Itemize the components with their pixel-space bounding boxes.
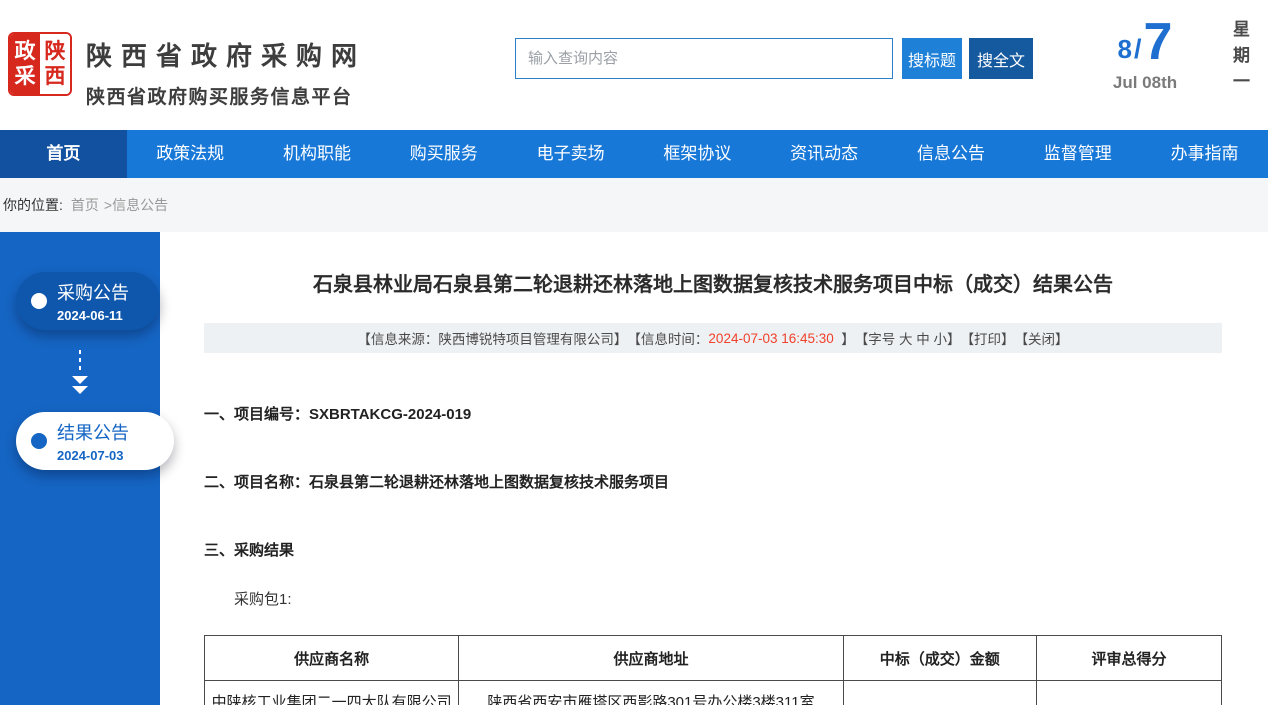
bullet-dot-icon <box>31 293 47 309</box>
cell-supplier-name: 中陕核工业集团二一四大队有限公司 <box>205 681 459 705</box>
meta-time-value: 2024-07-03 16:45:30 <box>708 331 833 346</box>
article-meta-bar: 【信息来源：陕西博锐特项目管理有限公司】 【信息时间： 2024-07-03 1… <box>204 323 1222 353</box>
meta-source: 【信息来源：陕西博锐特项目管理有限公司】 <box>357 328 627 348</box>
site-title: 陕西省政府采购网 <box>86 36 366 73</box>
main-nav: 首页 政策法规 机构职能 购买服务 电子卖场 框架协议 资讯动态 信息公告 监督… <box>0 130 1268 178</box>
sidebar-item-text: 采购公告 2024-06-11 <box>57 279 129 323</box>
site-header: 政 采 陕 西 陕西省政府采购网 陕西省政府购买服务信息平台 搜标题 搜全文 8… <box>0 0 1268 130</box>
cell-award-amount <box>843 681 1036 705</box>
breadcrumb-current-link[interactable]: 信息公告 <box>112 195 168 215</box>
nav-item-framework-agreements[interactable]: 框架协议 <box>634 130 761 178</box>
sidebar-item-title: 结果公告 <box>57 419 129 445</box>
date-english: Jul 08th <box>1090 73 1200 93</box>
table-row: 中陕核工业集团二一四大队有限公司 陕西省西安市雁塔区西影路301号办公楼3楼31… <box>205 681 1222 705</box>
content-area: 采购公告 2024-06-11 结果公告 2024-07-03 石泉县林业局石泉… <box>0 232 1268 705</box>
date-day: 7 <box>1144 18 1173 67</box>
result-table: 供应商名称 供应商地址 中标（成交）金额 评审总得分 中陕核工业集团二一四大队有… <box>204 635 1222 705</box>
article-title: 石泉县林业局石泉县第二轮退耕还林落地上图数据复核技术服务项目中标（成交）结果公告 <box>204 268 1222 297</box>
date-block: 8 / 7 Jul 08th <box>1090 18 1200 93</box>
breadcrumb-separator: > <box>104 197 112 213</box>
sidebar-item-procurement-announcement[interactable]: 采购公告 2024-06-11 <box>16 272 160 330</box>
search-title-button[interactable]: 搜标题 <box>902 38 962 79</box>
weekday-label: 星期一 <box>1227 20 1252 98</box>
date-slash: / <box>1134 32 1142 67</box>
table-header-review-score: 评审总得分 <box>1036 636 1221 681</box>
nav-item-service-guide[interactable]: 办事指南 <box>1141 130 1268 178</box>
breadcrumb-label: 你的位置: <box>3 195 63 215</box>
close-button[interactable]: 【关闭】 <box>1015 328 1069 348</box>
nav-item-functions[interactable]: 机构职能 <box>254 130 381 178</box>
logo-right-seal: 陕 西 <box>40 34 70 94</box>
table-header-award-amount: 中标（成交）金额 <box>843 636 1036 681</box>
site-subtitle: 陕西省政府购买服务信息平台 <box>86 82 366 109</box>
timeline-sidebar: 采购公告 2024-06-11 结果公告 2024-07-03 <box>0 232 160 705</box>
sidebar-item-result-announcement[interactable]: 结果公告 2024-07-03 <box>16 412 174 470</box>
nav-item-news[interactable]: 资讯动态 <box>761 130 888 178</box>
search-input[interactable] <box>515 38 893 79</box>
site-titles: 陕西省政府采购网 陕西省政府购买服务信息平台 <box>86 36 366 109</box>
logo-char: 西 <box>45 64 66 89</box>
table-header-supplier-address: 供应商地址 <box>459 636 843 681</box>
table-header-supplier-name: 供应商名称 <box>205 636 459 681</box>
nav-item-announcements[interactable]: 信息公告 <box>888 130 1015 178</box>
sidebar-item-date: 2024-06-11 <box>57 308 129 323</box>
nav-item-supervision[interactable]: 监督管理 <box>1014 130 1141 178</box>
nav-item-home[interactable]: 首页 <box>0 130 127 178</box>
nav-item-purchase-services[interactable]: 购买服务 <box>380 130 507 178</box>
date-numbers: 8 / 7 <box>1090 18 1200 67</box>
search-group: 搜标题 搜全文 <box>515 38 1033 79</box>
logo-char: 政 <box>15 39 36 64</box>
sidebar-item-title: 采购公告 <box>57 279 129 305</box>
meta-time-suffix: 】 <box>834 328 855 348</box>
article-main: 石泉县林业局石泉县第二轮退耕还林落地上图数据复核技术服务项目中标（成交）结果公告… <box>160 232 1268 705</box>
font-size-controls[interactable]: 【字号 大 中 小】 <box>855 328 961 348</box>
sidebar-item-date: 2024-07-03 <box>57 448 129 463</box>
section-procurement-result: 三、采购结果 <box>204 539 1222 560</box>
breadcrumb-home-link[interactable]: 首页 <box>71 195 99 215</box>
section-project-name: 二、项目名称：石泉县第二轮退耕还林落地上图数据复核技术服务项目 <box>204 471 1222 492</box>
meta-time-label: 【信息时间： <box>627 328 708 348</box>
breadcrumb: 你的位置: 首页 > 信息公告 <box>0 178 1268 232</box>
date-month: 8 <box>1118 32 1132 67</box>
site-logo: 政 采 陕 西 <box>8 32 72 96</box>
package-label: 采购包1: <box>234 588 1222 609</box>
print-button[interactable]: 【打印】 <box>961 328 1015 348</box>
bullet-dot-icon <box>31 433 47 449</box>
timeline-down-arrow-icon <box>68 348 92 396</box>
cell-supplier-address: 陕西省西安市雁塔区西影路301号办公楼3楼311室 <box>459 681 843 705</box>
nav-item-policies[interactable]: 政策法规 <box>127 130 254 178</box>
nav-item-e-marketplace[interactable]: 电子卖场 <box>507 130 634 178</box>
cell-review-score <box>1036 681 1221 705</box>
section-project-number: 一、项目编号：SXBRTAKCG-2024-019 <box>204 403 1222 424</box>
sidebar-item-text: 结果公告 2024-07-03 <box>57 419 129 463</box>
logo-char: 采 <box>15 64 36 89</box>
search-fulltext-button[interactable]: 搜全文 <box>969 38 1033 79</box>
table-header-row: 供应商名称 供应商地址 中标（成交）金额 评审总得分 <box>205 636 1222 681</box>
logo-left-seal: 政 采 <box>10 34 40 94</box>
logo-char: 陕 <box>45 39 66 64</box>
